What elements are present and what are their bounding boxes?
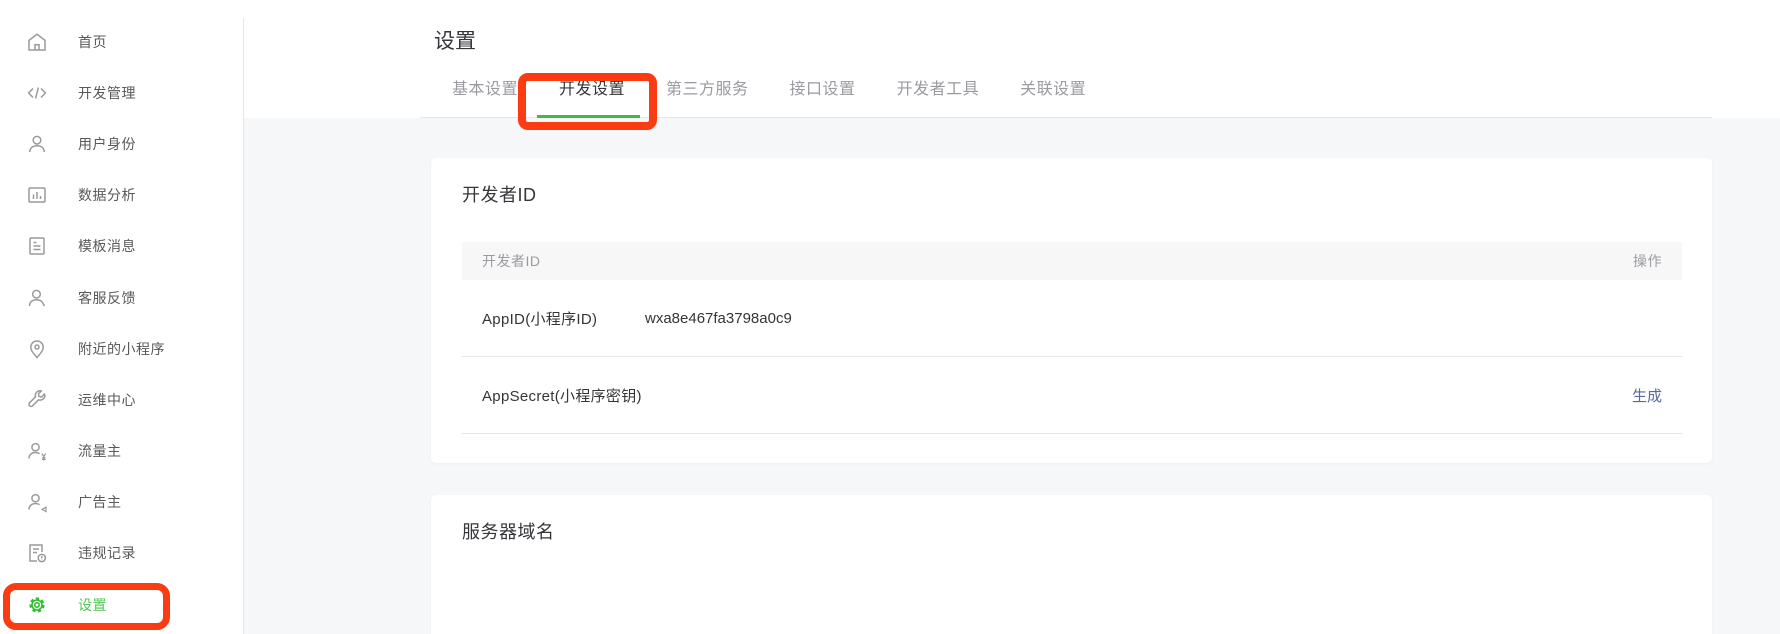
wrench-icon <box>25 388 49 412</box>
sidebar-item-violation-record[interactable]: 违规记录 <box>0 528 243 579</box>
generate-appsecret-link[interactable]: 生成 <box>1632 385 1662 406</box>
developer-id-card: 开发者ID 开发者ID 操作 AppID(小程序ID) wxa8e467fa37… <box>431 158 1712 463</box>
sidebar-item-label: 违规记录 <box>78 543 136 563</box>
table-header-left: 开发者ID <box>482 251 541 271</box>
customer-user-icon <box>25 286 49 310</box>
appid-row: AppID(小程序ID) wxa8e467fa3798a0c9 <box>462 280 1682 357</box>
user-icon <box>25 132 49 156</box>
sidebar-item-nearby-miniprogram[interactable]: 附近的小程序 <box>0 323 243 374</box>
developer-id-card-title: 开发者ID <box>462 181 537 207</box>
sidebar-item-label: 数据分析 <box>78 185 136 205</box>
user-yen-icon <box>25 439 49 463</box>
dev-settings-tab-highlight-box <box>518 73 657 130</box>
bar-chart-icon <box>25 183 49 207</box>
sidebar-item-label: 流量主 <box>78 441 122 461</box>
sidebar-item-dev-manage[interactable]: 开发管理 <box>0 67 243 118</box>
tab-api-settings[interactable]: 接口设置 <box>790 78 856 102</box>
home-icon <box>25 30 49 54</box>
code-icon <box>25 81 49 105</box>
settings-sidebar-highlight-box <box>3 583 170 630</box>
sidebar-item-label: 运维中心 <box>78 390 136 410</box>
sidebar-item-ops-center[interactable]: 运维中心 <box>0 374 243 425</box>
sidebar-item-advertiser[interactable]: 广告主 <box>0 477 243 528</box>
sidebar-item-label: 客服反馈 <box>78 288 136 308</box>
sidebar-item-label: 广告主 <box>78 492 122 512</box>
user-ad-icon <box>25 490 49 514</box>
sidebar-item-data-analysis[interactable]: 数据分析 <box>0 170 243 221</box>
sidebar-item-template-message[interactable]: 模板消息 <box>0 221 243 272</box>
location-pin-icon <box>25 337 49 361</box>
sidebar: 首页 开发管理 用户身份 数据分析 <box>0 0 243 634</box>
table-header-row: 开发者ID 操作 <box>462 242 1682 280</box>
appsecret-row: AppSecret(小程序密钥) 生成 <box>462 357 1682 434</box>
sidebar-item-traffic-monetization[interactable]: 流量主 <box>0 426 243 477</box>
sidebar-item-label: 开发管理 <box>78 83 136 103</box>
sidebar-item-user-identity[interactable]: 用户身份 <box>0 118 243 169</box>
sidebar-item-home[interactable]: 首页 <box>0 16 243 67</box>
tab-third-party-service[interactable]: 第三方服务 <box>666 78 749 102</box>
page-title: 设置 <box>434 25 476 55</box>
sidebar-item-label: 模板消息 <box>78 236 136 256</box>
tab-basic-settings[interactable]: 基本设置 <box>452 78 518 102</box>
server-domain-card-title: 服务器域名 <box>462 518 555 544</box>
appsecret-label: AppSecret(小程序密钥) <box>462 385 645 406</box>
appid-value: wxa8e467fa3798a0c9 <box>645 310 792 327</box>
appid-label: AppID(小程序ID) <box>462 308 645 329</box>
sidebar-item-customer-feedback[interactable]: 客服反馈 <box>0 272 243 323</box>
table-header-right: 操作 <box>1633 251 1662 271</box>
server-domain-card: 服务器域名 <box>431 495 1712 634</box>
tab-related-settings[interactable]: 关联设置 <box>1020 78 1086 102</box>
sidebar-item-label: 附近的小程序 <box>78 339 165 359</box>
tab-developer-tools[interactable]: 开发者工具 <box>897 78 980 102</box>
sidebar-item-label: 首页 <box>78 32 107 52</box>
doc-warning-icon <box>25 541 49 565</box>
template-doc-icon <box>25 234 49 258</box>
sidebar-item-label: 用户身份 <box>78 134 136 154</box>
